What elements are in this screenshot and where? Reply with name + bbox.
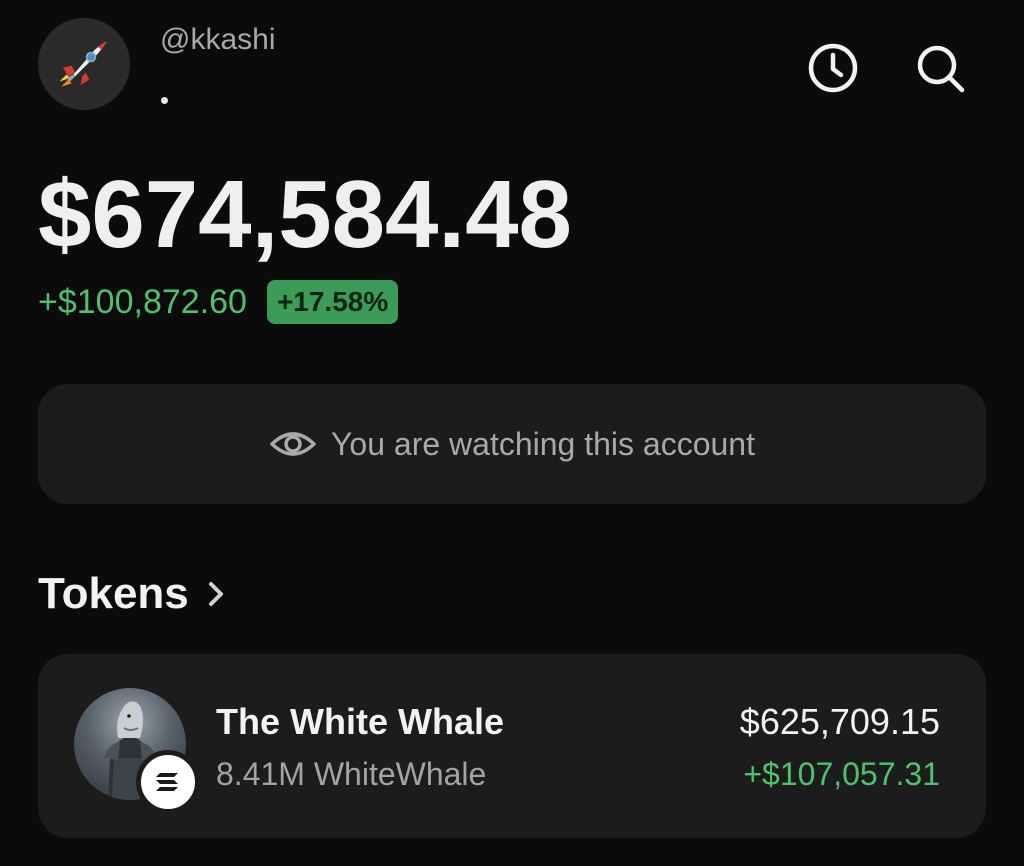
chain-badge	[136, 750, 200, 814]
token-value: $625,709.15	[739, 701, 940, 742]
clock-icon	[808, 43, 858, 93]
token-change: +$107,057.31	[743, 756, 940, 792]
balance-change-percent-badge: +17.58%	[266, 280, 399, 324]
balance-change-amount: +$100,872.60	[38, 283, 247, 321]
history-button[interactable]	[805, 40, 861, 96]
tokens-section-header[interactable]: Tokens	[38, 566, 231, 622]
rocket-icon	[59, 41, 107, 87]
search-button[interactable]	[912, 40, 968, 96]
avatar[interactable]	[38, 18, 130, 110]
status-dot	[161, 97, 168, 104]
solana-icon	[156, 773, 178, 791]
eye-icon	[270, 432, 316, 456]
balance-change-row: +$100,872.60 +17.58%	[38, 278, 399, 326]
watching-account-text: You are watching this account	[331, 425, 755, 462]
token-row[interactable]: The White Whale 8.41M WhiteWhale $625,70…	[38, 654, 986, 838]
total-balance: $674,584.48	[38, 161, 572, 268]
token-amount: 8.41M WhiteWhale	[216, 756, 487, 792]
account-handle: @kkashi	[160, 23, 276, 56]
watching-account-notice: You are watching this account	[38, 384, 986, 504]
chevron-right-icon	[208, 582, 223, 606]
tokens-title: Tokens	[38, 569, 189, 618]
token-name: The White Whale	[216, 701, 504, 742]
search-icon	[917, 45, 965, 93]
